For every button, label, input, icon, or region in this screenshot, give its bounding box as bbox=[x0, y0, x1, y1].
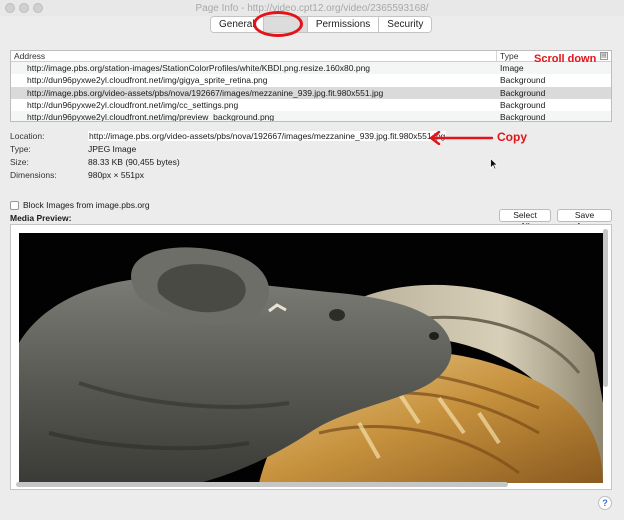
row-type: Background bbox=[500, 99, 546, 110]
dimensions-label: Dimensions: bbox=[10, 170, 57, 180]
row-address: http://dun96pyxwe2yl.cloudfront.net/img/… bbox=[27, 112, 275, 122]
location-label: Location: bbox=[10, 131, 45, 141]
media-preview-title: Media Preview: bbox=[10, 213, 72, 223]
dimensions-row: Dimensions: 980px × 551px bbox=[10, 170, 144, 180]
mummified-animal-image bbox=[19, 233, 603, 483]
tab-bar: General Media Permissions Security bbox=[210, 16, 433, 33]
size-value: 88.33 KB (90,455 bytes) bbox=[88, 157, 180, 167]
table-row-selected[interactable]: http://image.pbs.org/video-assets/pbs/no… bbox=[11, 86, 611, 99]
table-row[interactable]: http://dun96pyxwe2yl.cloudfront.net/img/… bbox=[11, 111, 611, 122]
type-value: JPEG Image bbox=[88, 144, 137, 154]
media-preview-panel[interactable] bbox=[10, 224, 612, 490]
annotation-circle bbox=[253, 11, 303, 37]
annotation-scroll-down: Scroll down bbox=[534, 53, 597, 65]
annotation-copy: Copy bbox=[497, 130, 527, 144]
block-images-row[interactable]: Block Images from image.pbs.org bbox=[10, 200, 150, 210]
save-as-button[interactable]: Save As... bbox=[557, 209, 612, 231]
preview-image bbox=[19, 233, 603, 483]
preview-horizontal-scrollbar[interactable] bbox=[16, 482, 508, 487]
mouse-cursor-icon bbox=[490, 158, 498, 170]
location-value[interactable]: http://image.pbs.org/video-assets/pbs/no… bbox=[88, 131, 447, 141]
block-images-checkbox[interactable] bbox=[10, 200, 19, 210]
row-address: http://image.pbs.org/station-images/Stat… bbox=[27, 63, 371, 73]
type-label: Type: bbox=[10, 144, 31, 154]
tab-security[interactable]: Security bbox=[379, 17, 432, 32]
window-title: Page Info - http://video.cpt12.org/video… bbox=[195, 3, 429, 14]
preview-vertical-scrollbar[interactable] bbox=[603, 229, 608, 387]
size-label: Size: bbox=[10, 157, 29, 167]
size-row: Size: 88.33 KB (90,455 bytes) bbox=[10, 157, 180, 167]
row-type: Background bbox=[500, 87, 546, 98]
row-address: http://dun96pyxwe2yl.cloudfront.net/img/… bbox=[27, 75, 268, 86]
block-images-label: Block Images from image.pbs.org bbox=[23, 200, 150, 210]
tab-permissions[interactable]: Permissions bbox=[307, 17, 380, 32]
media-address-table[interactable]: Address Type ▤ http://image.pbs.org/stat… bbox=[10, 50, 612, 122]
dimensions-value: 980px × 551px bbox=[88, 170, 145, 180]
annotation-arrow-icon bbox=[429, 131, 494, 145]
table-row[interactable]: http://dun96pyxwe2yl.cloudfront.net/img/… bbox=[11, 74, 611, 86]
location-row: Location: http://image.pbs.org/video-ass… bbox=[10, 131, 447, 141]
table-header: Address Type ▤ bbox=[11, 51, 611, 62]
row-address: http://image.pbs.org/video-assets/pbs/no… bbox=[27, 87, 384, 98]
row-type: Background bbox=[500, 75, 546, 86]
table-row[interactable]: http://image.pbs.org/station-images/Stat… bbox=[11, 62, 611, 75]
row-address: http://dun96pyxwe2yl.cloudfront.net/img/… bbox=[27, 99, 239, 110]
select-all-button[interactable]: Select All bbox=[499, 209, 551, 231]
column-picker-icon[interactable]: ▤ bbox=[600, 52, 608, 60]
column-header-address[interactable]: Address bbox=[11, 51, 497, 61]
table-row[interactable]: http://dun96pyxwe2yl.cloudfront.net/img/… bbox=[11, 99, 611, 111]
help-button[interactable]: ? bbox=[598, 496, 612, 510]
table-body: http://image.pbs.org/station-images/Stat… bbox=[11, 62, 611, 122]
row-type: Background bbox=[500, 112, 546, 122]
title-bar: Page Info - http://video.cpt12.org/video… bbox=[0, 0, 624, 16]
type-row: Type: JPEG Image bbox=[10, 144, 136, 154]
